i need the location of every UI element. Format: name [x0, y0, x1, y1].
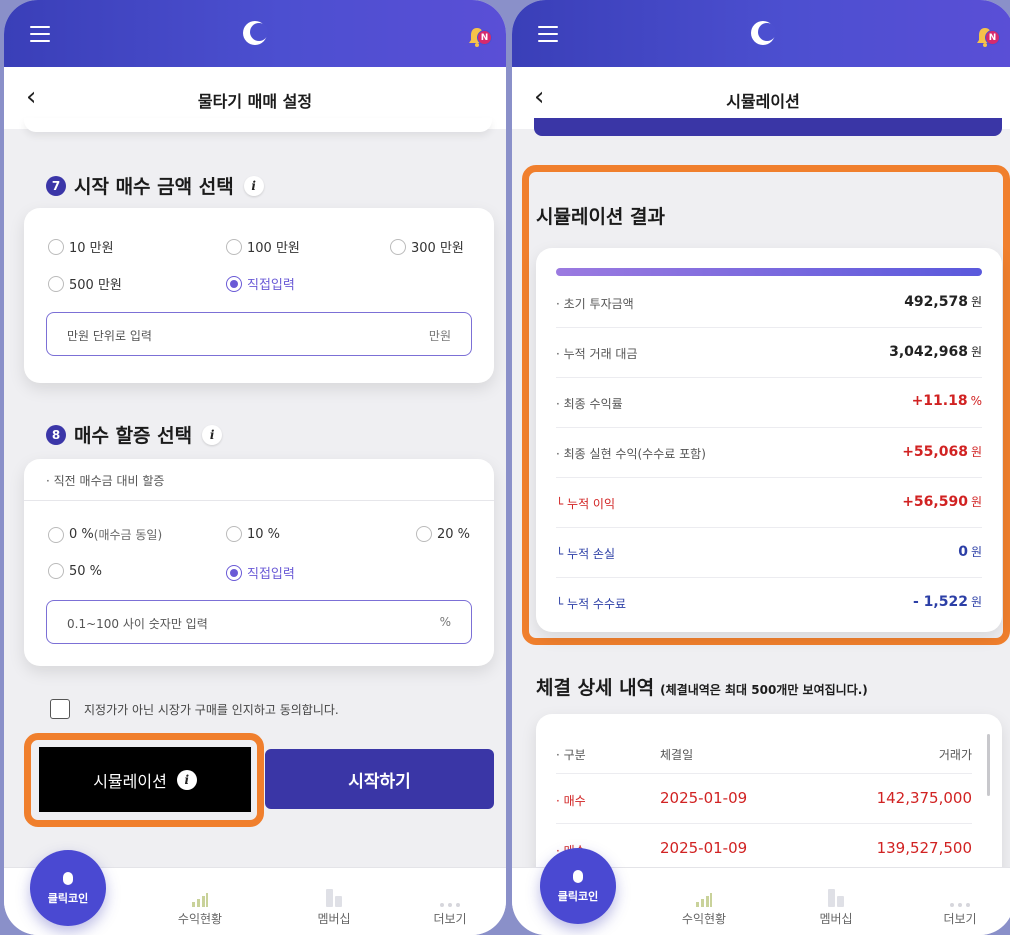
previous-card-edge — [24, 118, 492, 132]
result-row: · 초기 투자금액 492,578 원 — [556, 278, 982, 328]
step-badge: 7 — [46, 175, 66, 196]
simulation-button-label: 시뮬레이션 — [93, 771, 167, 791]
table-row: · 매수 2025-01-09 142,375,000 — [556, 774, 972, 824]
nav-profit-status[interactable]: 수익현황 — [160, 886, 240, 927]
fab-label: 클릭코인 — [557, 890, 599, 903]
result-card: · 초기 투자금액 492,578 원 · 누적 거래 대금 3,042,968 원… — [536, 248, 1002, 632]
page-title: 시뮬레이션 — [726, 92, 800, 111]
radio-0pct[interactable]: 0 % (매수금 동일) — [48, 526, 162, 543]
result-row: · 누적 거래 대금 3,042,968 원 — [556, 328, 982, 378]
premium-input-placeholder: 0.1~100 사이 숫자만 입력 — [67, 617, 208, 631]
nav-membership[interactable]: 멤버십 — [294, 886, 374, 927]
clickcoin-fab[interactable]: 클릭코인 — [540, 848, 616, 924]
fab-label: 클릭코인 — [47, 892, 89, 905]
radio-500[interactable]: 500 만원 — [48, 274, 122, 293]
logo-icon[interactable] — [750, 20, 776, 46]
more-dots-icon — [920, 886, 1000, 908]
chart-icon — [664, 886, 744, 908]
section-8-title: 8 매수 할증 선택 i — [46, 421, 223, 448]
radio-20pct[interactable]: 20 % — [416, 526, 470, 542]
notification-badge: N — [477, 30, 492, 45]
start-button[interactable]: 시작하기 — [265, 749, 494, 809]
nav-profit-status[interactable]: 수익현황 — [664, 886, 744, 927]
top-bar: N — [512, 0, 1010, 67]
start-amount-card: 10 만원 100 만원 300 만원 500 만원 직접입력 만원 단위로 입… — [24, 208, 494, 383]
radio-100[interactable]: 100 만원 — [226, 237, 300, 256]
section-7-title: 7 시작 매수 금액 선택 i — [46, 172, 264, 199]
premium-subhead: · 직전 매수금 대비 할증 — [24, 459, 494, 501]
menu-icon[interactable] — [538, 26, 558, 42]
detail-title: 체결 상세 내역 (체결내역은 최대 500개만 보여집니다.) — [536, 677, 868, 699]
agree-checkbox[interactable] — [50, 699, 70, 719]
premium-card: · 직전 매수금 대비 할증 0 % (매수금 동일) 10 % 20 % 50 … — [24, 459, 494, 666]
result-row: └ 누적 이익 +56,590 원 — [556, 478, 982, 528]
table-scrollbar[interactable] — [987, 734, 990, 796]
menu-icon[interactable] — [30, 26, 50, 42]
top-bar: N — [4, 0, 506, 67]
result-row: └ 누적 수수료 - 1,522 원 — [556, 594, 982, 611]
agree-row: 지정가가 아닌 시장가 구매를 인지하고 동의합니다. — [50, 699, 339, 719]
mouse-icon — [63, 872, 73, 885]
notification-badge: N — [985, 30, 1000, 45]
section-title-text: 시작 매수 금액 선택 — [74, 176, 234, 198]
table-header: · 구분 체결일 거래가 — [556, 734, 972, 774]
radio-300[interactable]: 300 만원 — [390, 237, 464, 256]
detail-note: (체결내역은 최대 500개만 보여집니다.) — [660, 683, 868, 697]
notification-bell-icon[interactable]: N — [466, 26, 492, 48]
premium-input-unit: % — [439, 615, 451, 629]
radio-custom[interactable]: 직접입력 — [226, 274, 295, 293]
radio-50pct[interactable]: 50 % — [48, 563, 102, 579]
result-row: · 최종 실현 수익(수수료 포함) +55,068 원 — [556, 428, 982, 478]
amount-input[interactable]: 만원 단위로 입력 만원 — [46, 312, 472, 356]
radio-10[interactable]: 10 만원 — [48, 237, 114, 256]
agree-text: 지정가가 아닌 시장가 구매를 인지하고 동의합니다. — [84, 702, 339, 717]
more-dots-icon — [410, 886, 490, 908]
nav-more[interactable]: 더보기 — [410, 886, 490, 927]
nav-more[interactable]: 더보기 — [920, 886, 1000, 927]
previous-section-edge — [534, 118, 1002, 136]
notification-bell-icon[interactable]: N — [974, 26, 1000, 48]
right-phone-screen: N ‹ 시뮬레이션 시뮬레이션 결과 · 초기 투자금액 492,578 원 · … — [512, 0, 1010, 935]
left-phone-screen: N ‹ 물타기 매매 설정 7 시작 매수 금액 선택 i 10 만원 100 … — [4, 0, 506, 935]
info-icon[interactable]: i — [176, 769, 197, 790]
premium-input[interactable]: 0.1~100 사이 숫자만 입력 % — [46, 600, 472, 644]
result-row: · 최종 수익률 +11.18% — [556, 378, 982, 428]
membership-icon — [294, 886, 374, 908]
info-icon[interactable]: i — [202, 424, 223, 445]
radio-10pct[interactable]: 10 % — [226, 526, 280, 542]
info-icon[interactable]: i — [243, 175, 264, 196]
clickcoin-fab[interactable]: 클릭코인 — [30, 850, 106, 926]
logo-icon[interactable] — [242, 20, 268, 46]
step-badge: 8 — [46, 424, 66, 445]
radio-custom-pct[interactable]: 직접입력 — [226, 563, 295, 582]
chart-icon — [160, 886, 240, 908]
amount-input-placeholder: 만원 단위로 입력 — [67, 329, 152, 343]
section-title-text: 매수 할증 선택 — [74, 425, 193, 447]
membership-icon — [796, 886, 876, 908]
nav-membership[interactable]: 멤버십 — [796, 886, 876, 927]
result-progress-bar — [556, 268, 982, 276]
page-title: 물타기 매매 설정 — [197, 92, 313, 111]
mouse-icon — [573, 870, 583, 883]
amount-input-unit: 만원 — [428, 329, 451, 343]
simulation-button[interactable]: 시뮬레이션 i — [39, 747, 251, 812]
result-title: 시뮬레이션 결과 — [536, 206, 665, 228]
result-row: └ 누적 손실 0원 — [556, 528, 982, 578]
